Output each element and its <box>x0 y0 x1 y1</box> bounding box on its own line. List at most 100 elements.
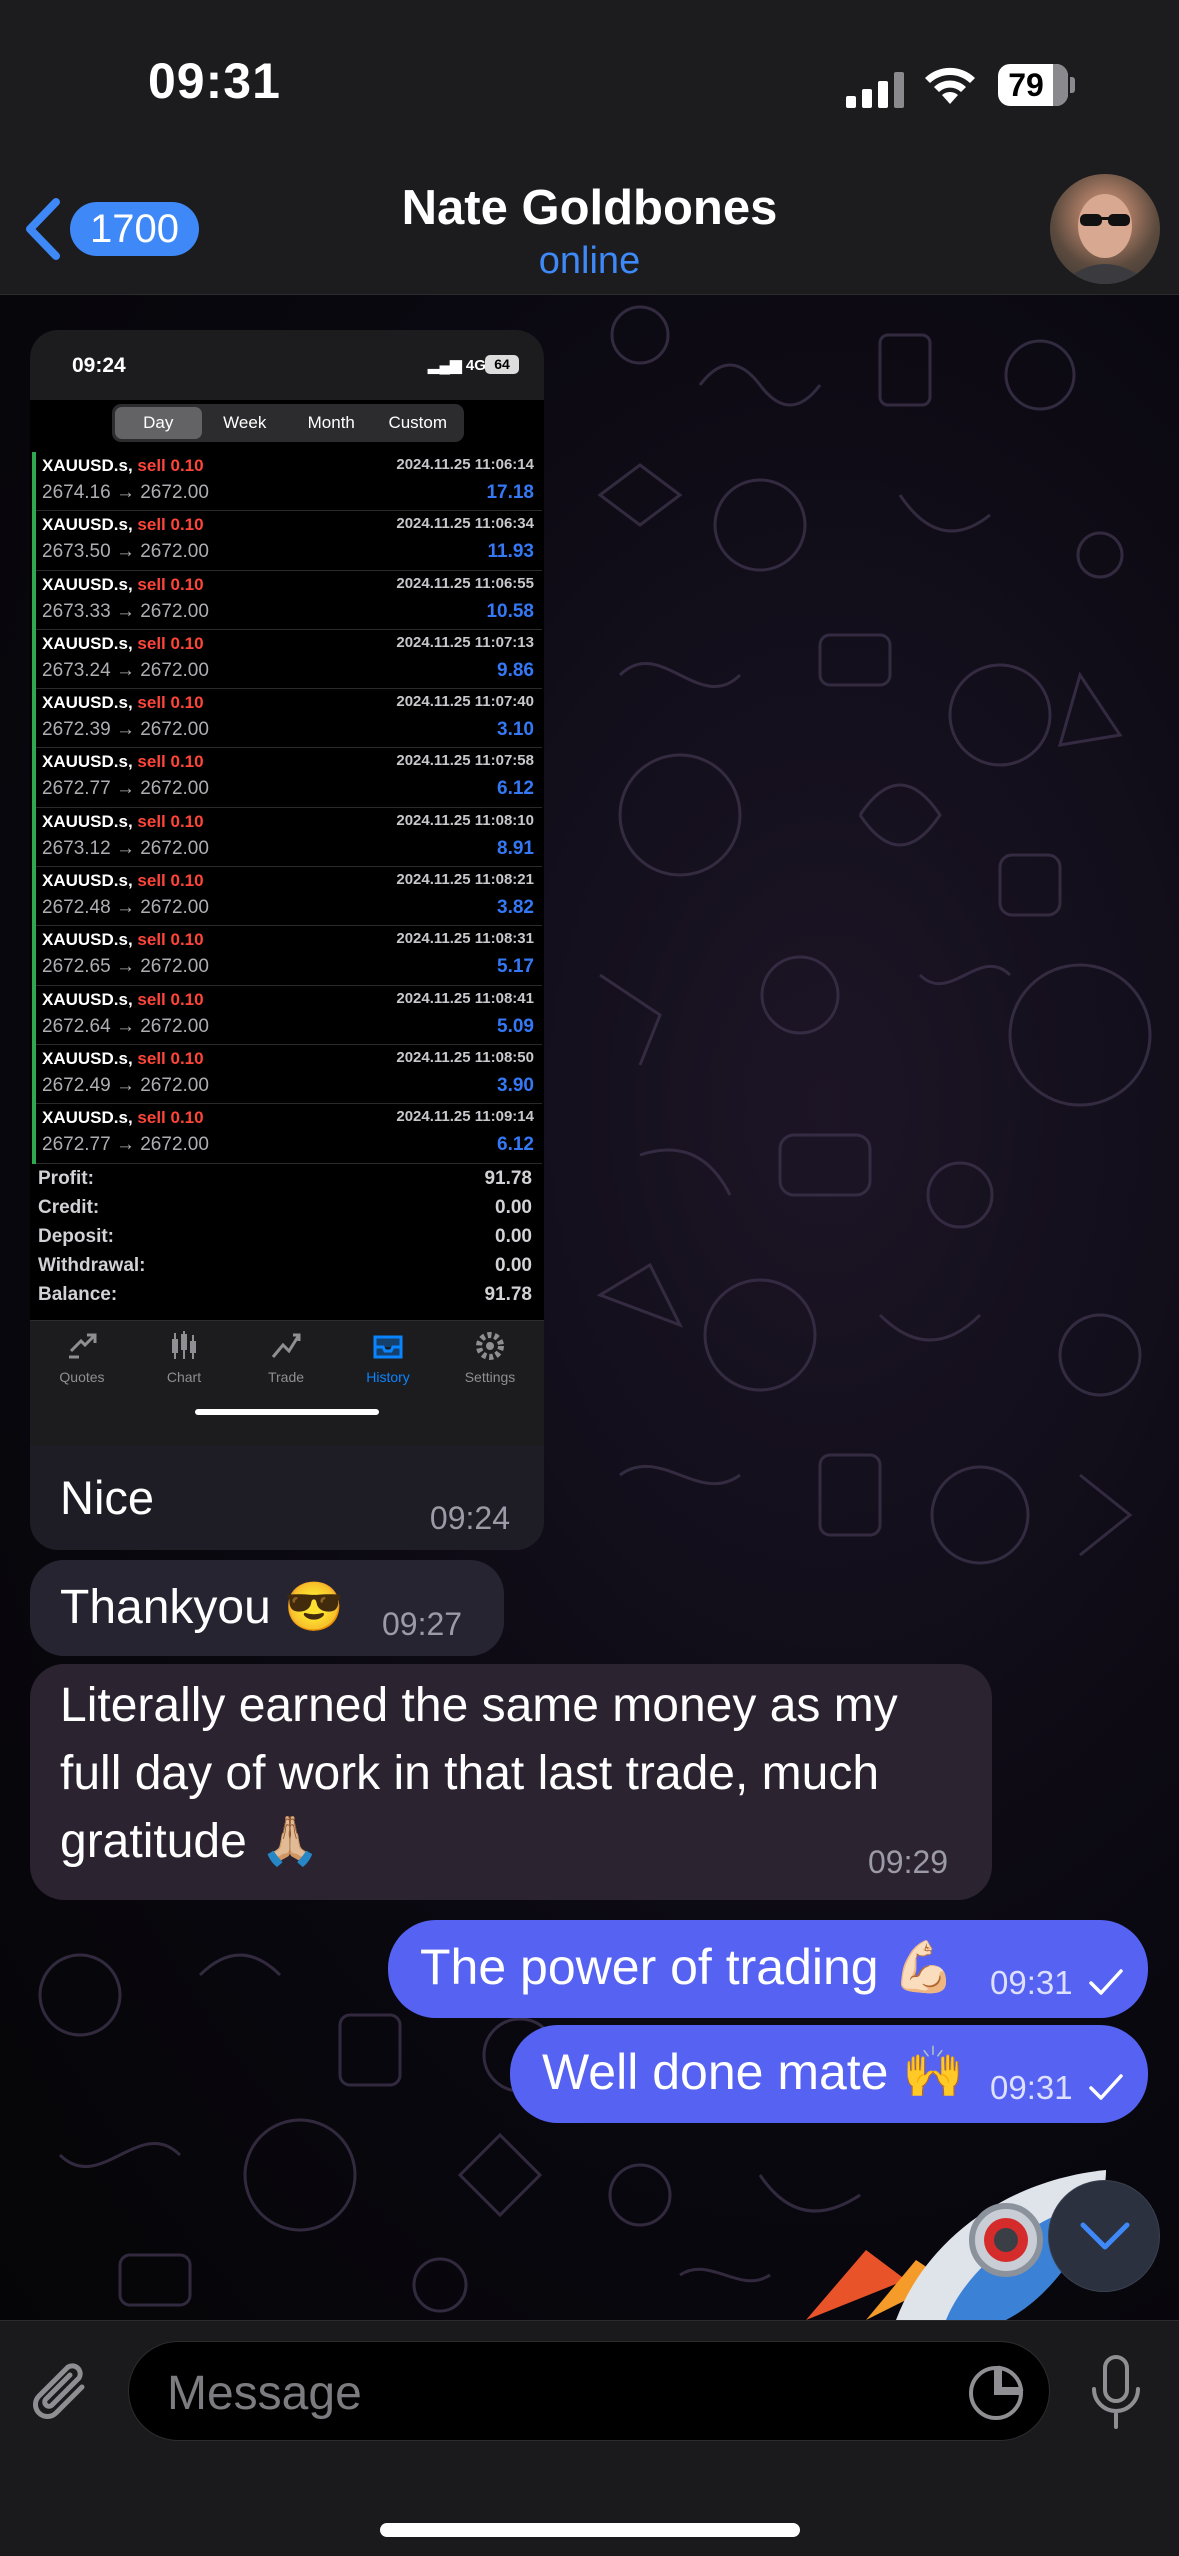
message-line: Literally earned the same money as my <box>60 1679 898 1732</box>
trade-side: sell 0.10 <box>137 930 204 950</box>
outgoing-message-bubble[interactable]: Well done mate 🙌 09:31 <box>510 2025 1148 2123</box>
trade-row: XAUUSD.s, sell 0.10 2673.12 → 2672.00 2024… <box>36 808 542 868</box>
trade-row: XAUUSD.s, sell 0.10 2674.16 → 2672.00 2024… <box>36 452 542 512</box>
trade-side: sell 0.10 <box>137 515 204 535</box>
screenshot-network: ▂▄▆ 4G <box>428 356 486 374</box>
message-time: 09:24 <box>429 1500 510 1536</box>
trade-profit: 3.82 <box>497 897 534 919</box>
screenshot-battery: 64 <box>485 355 519 374</box>
message-text: Thankyou 😎 <box>60 1581 344 1634</box>
trade-row: XAUUSD.s, sell 0.10 2672.65 → 2672.00 2024… <box>36 926 542 986</box>
tab-settings: Settings <box>440 1329 540 1385</box>
symbol-text: XAUUSD.s, <box>42 930 133 950</box>
trade-symbol: XAUUSD.s, sell 0.10 <box>42 752 204 772</box>
trade-profit: 5.09 <box>497 1015 534 1037</box>
trade-side: sell 0.10 <box>137 1108 204 1128</box>
outgoing-message-bubble[interactable]: The power of trading 💪🏻 09:31 <box>388 1920 1148 2018</box>
unread-count-badge: 1700 <box>70 202 199 256</box>
symbol-text: XAUUSD.s, <box>42 456 133 475</box>
symbol-text: XAUUSD.s, <box>42 515 133 535</box>
trade-symbol: XAUUSD.s, sell 0.10 <box>42 1049 204 1069</box>
trade-prices: 2674.16 → 2672.00 <box>42 482 209 503</box>
history-icon <box>373 1335 403 1359</box>
trading-history-screenshot[interactable]: 09:24 ▂▄▆ 4G 64 Day Week Month Custom XA… <box>30 330 544 1445</box>
trade-prices: 2673.33 → 2672.00 <box>42 600 209 622</box>
tab-chart: Chart <box>134 1329 234 1385</box>
trade-prices: 2672.64 → 2672.00 <box>42 1015 209 1037</box>
battery-level: 79 <box>1008 67 1044 103</box>
trade-datetime: 2024.11.25 11:08:21 <box>396 871 534 889</box>
message-time: 09:27 <box>382 1606 463 1642</box>
symbol-text: XAUUSD.s, <box>42 693 133 713</box>
trade-prices: 2673.24 → 2672.00 <box>42 659 209 681</box>
trade-row: XAUUSD.s, sell 0.10 2672.48 → 2672.00 2024… <box>36 867 542 927</box>
symbol-text: XAUUSD.s, <box>42 989 133 1009</box>
summary-label: Withdrawal: <box>38 1255 146 1276</box>
paperclip-icon[interactable] <box>30 2357 98 2433</box>
scroll-to-bottom-button[interactable] <box>1048 2180 1160 2292</box>
wifi-icon <box>925 67 975 104</box>
trade-side: sell 0.10 <box>137 811 204 831</box>
tab-history: History <box>338 1329 438 1385</box>
trade-profit: 6.12 <box>497 778 534 800</box>
trade-row: XAUUSD.s, sell 0.10 2673.24 → 2672.00 2024… <box>36 630 542 690</box>
trade-symbol: XAUUSD.s, sell 0.10 <box>42 990 204 1010</box>
trade-side: sell 0.10 <box>137 633 204 653</box>
incoming-message-bubble[interactable]: Thankyou 😎 09:27 <box>30 1560 504 1656</box>
chevron-left-icon <box>26 198 60 260</box>
photo-message-bubble[interactable]: 09:24 ▂▄▆ 4G 64 Day Week Month Custom XA… <box>30 330 544 1550</box>
trade-profit: 8.91 <box>497 837 534 859</box>
tab-trade-label: Trade <box>267 1369 305 1385</box>
tab-settings-label: Settings <box>464 1369 516 1385</box>
summary-value: 0.00 <box>495 1255 532 1276</box>
sent-check-icon <box>1089 1969 1123 1995</box>
trade-row: XAUUSD.s, sell 0.10 2672.77 → 2672.00 2024… <box>36 1104 542 1164</box>
trade-datetime: 2024.11.25 11:06:55 <box>396 574 534 592</box>
symbol-text: XAUUSD.s, <box>42 1048 133 1068</box>
message-time: 09:31 <box>990 1964 1073 2001</box>
status-bar: 09:31 79 <box>0 0 1179 160</box>
summary-value: 0.00 <box>495 1226 532 1247</box>
trade-row: XAUUSD.s, sell 0.10 2673.33 → 2672.00 2024… <box>36 571 542 630</box>
trade-profit: 5.17 <box>497 956 534 978</box>
summary-label: Deposit: <box>38 1226 114 1247</box>
contact-avatar[interactable] <box>1050 174 1160 284</box>
trade-row: XAUUSD.s, sell 0.10 2673.50 → 2672.00 2024… <box>36 511 542 571</box>
tab-quotes-label: Quotes <box>59 1369 105 1385</box>
symbol-text: XAUUSD.s, <box>42 633 133 653</box>
trade-symbol: XAUUSD.s, sell 0.10 <box>42 456 204 476</box>
trade-row: XAUUSD.s, sell 0.10 2672.39 → 2672.00 2024… <box>36 689 542 749</box>
trade-profit: 9.86 <box>497 659 534 681</box>
sticker-icon[interactable] <box>967 2364 1025 2422</box>
battery-icon: 79 <box>998 64 1075 106</box>
status-time: 09:31 <box>148 53 281 109</box>
symbol-text: XAUUSD.s, <box>42 871 133 891</box>
trade-prices: 2672.39 → 2672.00 <box>42 719 209 741</box>
account-summary: Profit: 91.78 Credit: 0.00 Deposit: 0.00 Withd… <box>38 1168 532 1313</box>
tab-chart-label: Chart <box>166 1369 202 1385</box>
incoming-message-bubble[interactable]: Literally earned the same money as my fu… <box>30 1664 992 1900</box>
summary-value: 91.78 <box>484 1168 532 1189</box>
symbol-text: XAUUSD.s, <box>42 811 133 831</box>
trade-symbol: XAUUSD.s, sell 0.10 <box>42 930 204 950</box>
trade-symbol: XAUUSD.s, sell 0.10 <box>42 575 204 595</box>
message-time: 09:29 <box>868 1844 949 1880</box>
cellular-signal-icon <box>846 72 904 108</box>
trade-datetime: 2024.11.25 11:06:34 <box>396 515 534 533</box>
trade-datetime: 2024.11.25 11:07:13 <box>396 633 534 651</box>
summary-row: Withdrawal: 0.00 <box>38 1255 532 1284</box>
message-input[interactable]: Message <box>128 2341 1050 2441</box>
trade-prices: 2673.12 → 2672.00 <box>42 837 209 859</box>
trade-profit: 11.93 <box>487 541 535 563</box>
microphone-icon[interactable] <box>1088 2353 1144 2433</box>
summary-label: Profit: <box>38 1168 94 1189</box>
summary-label: Balance: <box>38 1284 118 1305</box>
signal-bars-icon: ▂▄▆ <box>428 357 466 374</box>
period-segmented-control: Day Week Month Custom <box>112 404 464 442</box>
trade-symbol: XAUUSD.s, sell 0.10 <box>42 1108 204 1128</box>
summary-label: Credit: <box>38 1197 100 1218</box>
trade-side: sell 0.10 <box>137 989 204 1009</box>
back-button[interactable]: 1700 <box>20 194 199 264</box>
trade-datetime: 2024.11.25 11:08:10 <box>396 811 534 829</box>
chart-icon <box>172 1331 196 1359</box>
